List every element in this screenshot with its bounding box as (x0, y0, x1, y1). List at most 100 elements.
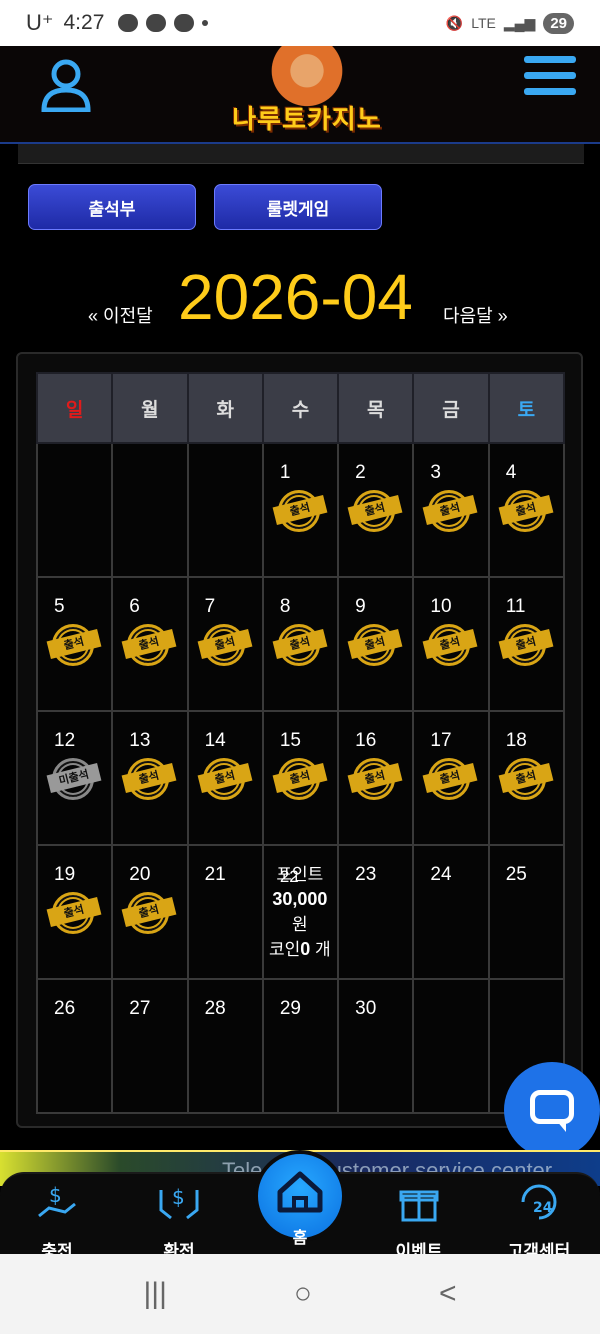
support-24-icon: 24 (521, 1184, 557, 1220)
day-number: 28 (204, 998, 226, 1019)
svg-text:$: $ (172, 1185, 185, 1209)
calendar-day-cell: 30 (337, 978, 415, 1114)
calendar-day-cell: 27 (111, 978, 189, 1114)
day-number: 6 (129, 596, 140, 617)
next-month-link[interactable]: 다음달 » (443, 302, 508, 328)
calendar-day-cell (35, 442, 114, 578)
weekday-header: 일 (35, 372, 114, 444)
system-navigation-bar: ||| ○ < (0, 1254, 600, 1334)
calendar-day-cell: 22 포인트 30,000 원 코인0 개 (261, 844, 340, 980)
calendar-day-cell: 8 출석 (261, 576, 340, 712)
point-amount: 30,000 (272, 889, 328, 909)
svg-text:$: $ (49, 1183, 62, 1207)
calendar-body: 1 출석 2 출석 3 출석 4 출석 5 출석 6 출석 7 출석 8 출석 9 출석 10 출석 11 출석 12 미출석… (35, 442, 566, 1114)
attendance-stamp-icon: 출석 (423, 490, 478, 532)
attendance-stamp-icon: 출석 (272, 758, 328, 800)
chat-bubble-icon (530, 1090, 574, 1124)
day-number: 15 (279, 730, 301, 751)
attendance-stamp-icon: 출석 (272, 490, 328, 532)
calendar-day-cell: 7 출석 (186, 576, 264, 712)
current-month: 2026-04 (178, 261, 413, 333)
day-number: 16 (355, 730, 377, 751)
day-number: 21 (204, 864, 226, 885)
attendance-stamp-icon: 출석 (272, 624, 328, 666)
nav-deposit[interactable]: $ 충전 (12, 1182, 102, 1262)
nav-withdraw[interactable]: $ 환전 (134, 1182, 224, 1262)
weekday-header: 목 (337, 372, 415, 444)
day-number: 3 (430, 462, 441, 483)
calendar-day-cell (111, 442, 189, 578)
site-header: 나루토카지노 (0, 46, 600, 144)
day-number: 18 (505, 730, 527, 751)
day-number: 10 (430, 596, 452, 617)
calendar-day-cell: 28 (186, 978, 264, 1114)
system-home-button[interactable]: ○ (294, 1277, 312, 1311)
attendance-stamp-icon: 출석 (423, 624, 478, 666)
live-chat-button[interactable] (504, 1062, 600, 1158)
menu-bar (524, 88, 576, 95)
hamburger-menu-button[interactable] (524, 56, 576, 102)
user-icon (41, 59, 91, 113)
calendar-table: 일월화수목금토 1 출석 2 출석 3 출석 4 출석 5 출석 6 출석 7 출석 8 출석 9 출석 10 출석 1… (35, 372, 566, 1114)
attendance-calendar: 일월화수목금토 1 출석 2 출석 3 출석 4 출석 5 출석 6 출석 7 출석 8 출석 9 출석 10 출석 1… (16, 352, 583, 1128)
system-back-button[interactable]: < (439, 1277, 457, 1311)
calendar-week-row: 1 출석 2 출석 3 출석 4 출석 (35, 442, 566, 578)
weekday-header: 금 (412, 372, 490, 444)
day-number: 4 (505, 462, 517, 483)
attendance-stamp-icon: 출석 (347, 490, 403, 532)
attendance-stamp-icon: 출석 (498, 490, 554, 532)
roulette-tab-button[interactable]: 룰렛게임 (214, 184, 382, 230)
calendar-day-cell: 2 출석 (337, 442, 415, 578)
status-bar: U⁺ 4:27 🔇 LTE ▂▄▆ 29 (0, 0, 600, 46)
attendance-stamp-icon: 출석 (423, 758, 478, 800)
weekday-header: 화 (186, 372, 264, 444)
nav-home-button[interactable]: 홈 (254, 1150, 346, 1247)
calendar-day-cell: 14 출석 (186, 710, 264, 846)
day-number: 26 (54, 998, 76, 1019)
calendar-day-cell: 18 출석 (487, 710, 566, 846)
calendar-day-cell: 29 (261, 978, 340, 1114)
nav-event[interactable]: 이벤트 (374, 1182, 464, 1262)
nav-support[interactable]: 24 고객센터 (494, 1182, 584, 1262)
weekday-header: 월 (111, 372, 189, 444)
weekday-header: 토 (487, 372, 566, 444)
attendance-stamp-icon: 출석 (46, 624, 102, 666)
calendar-day-cell: 1 출석 (261, 442, 340, 578)
calendar-day-cell: 12 미출석 (35, 710, 114, 846)
calendar-day-cell: 4 출석 (487, 442, 566, 578)
day-number: 29 (279, 998, 301, 1019)
day-number: 19 (54, 864, 76, 885)
gift-icon (399, 1190, 439, 1222)
missed-stamp-icon: 미출석 (46, 758, 102, 800)
day-number: 25 (505, 864, 527, 885)
site-logo[interactable]: 나루토카지노 (222, 46, 392, 142)
user-button[interactable] (40, 56, 92, 113)
prev-month-link[interactable]: « 이전달 (88, 302, 153, 328)
attendance-stamp-icon: 출석 (347, 758, 403, 800)
battery-level: 29 (543, 12, 574, 34)
nav-home-label: 홈 (292, 1230, 308, 1247)
calendar-day-cell: 23 (337, 844, 415, 980)
day-number: 13 (129, 730, 151, 751)
home-icon (277, 1171, 323, 1213)
calendar-day-cell: 11 출석 (487, 576, 566, 712)
chat-notification-icon (118, 14, 139, 32)
today-reward-info: 22 포인트 30,000 원 코인0 개 (264, 862, 336, 962)
coin-unit: 개 (315, 940, 331, 959)
calendar-week-row: 19 출석 20 출석 21 22 포인트 30,000 원 코인0 개 23 24 25 (35, 844, 566, 980)
attendance-tab-button[interactable]: 출석부 (28, 184, 196, 230)
month-navigation: « 이전달 2026-04 다음달 » (0, 260, 600, 340)
mute-icon: 🔇 (445, 14, 464, 31)
calendar-day-cell: 24 (412, 844, 490, 980)
calendar-day-cell: 21 (186, 844, 264, 980)
calendar-day-cell (412, 978, 490, 1114)
day-number: 20 (129, 864, 151, 885)
calendar-day-cell: 17 출석 (412, 710, 490, 846)
day-number: 9 (355, 596, 366, 617)
calendar-day-cell: 26 (35, 978, 114, 1114)
system-indicators: 🔇 LTE ▂▄▆ 29 (445, 12, 574, 34)
calendar-day-cell: 5 출석 (35, 576, 114, 712)
recent-apps-button[interactable]: ||| (143, 1277, 166, 1311)
day-number: 17 (430, 730, 452, 751)
weekday-header-row: 일월화수목금토 (35, 372, 566, 444)
